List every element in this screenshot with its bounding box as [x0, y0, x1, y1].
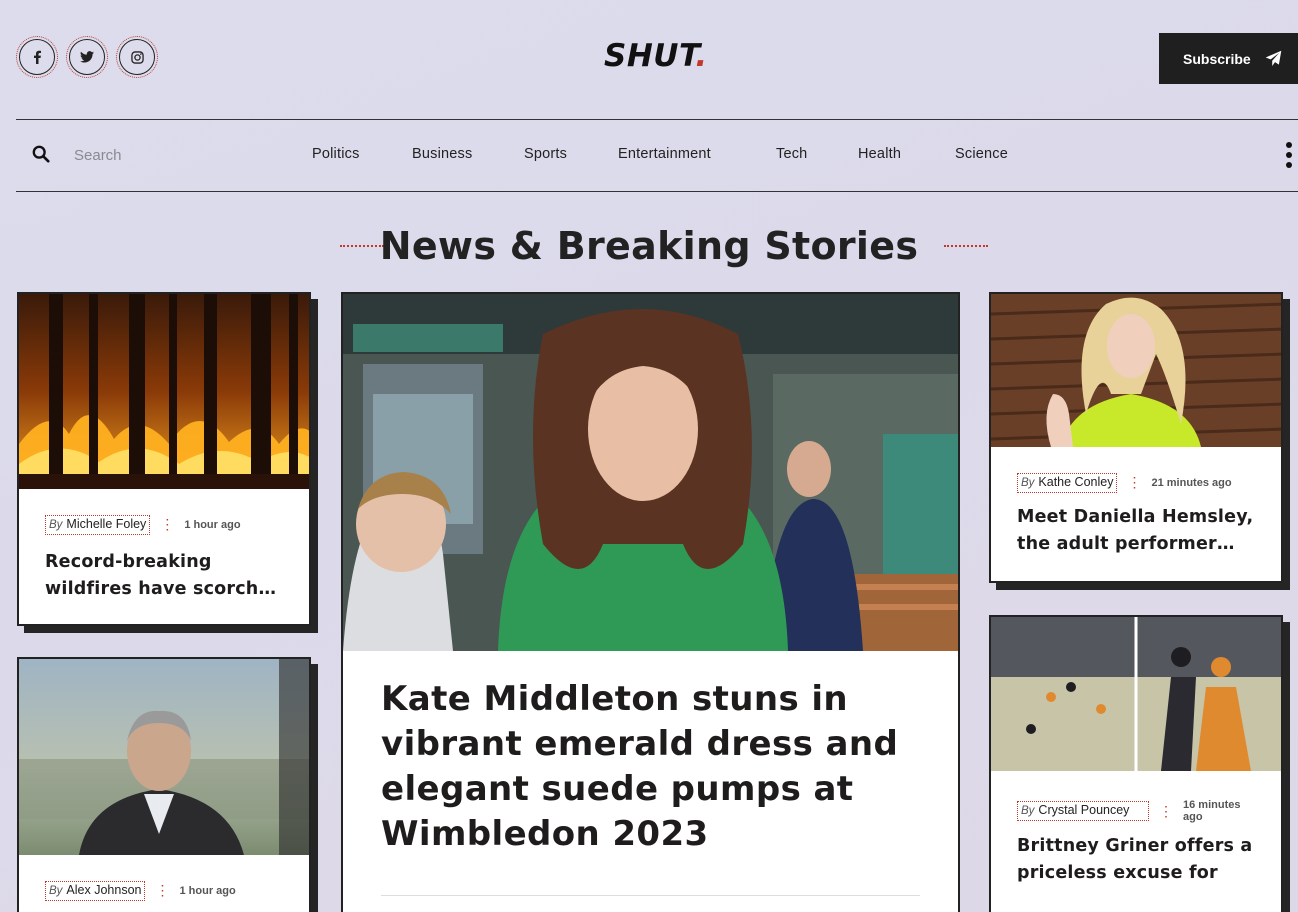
- section-decoration-right: [944, 245, 988, 247]
- author-name: Alex Johnson: [66, 883, 142, 897]
- article-meta: By Michelle Foley ⋮ 1 hour ago: [45, 515, 283, 535]
- by-label: By: [1021, 804, 1035, 817]
- facebook-link[interactable]: [16, 36, 58, 78]
- featured-headline[interactable]: Kate Middleton stuns in vibrant emerald …: [381, 677, 921, 857]
- nav-tech[interactable]: Tech: [776, 146, 807, 162]
- article-meta: By Kathe Conley ⋮ 21 minutes ago: [1017, 473, 1255, 493]
- social-links: [16, 36, 158, 78]
- nav-politics[interactable]: Politics: [312, 146, 360, 162]
- nav-business[interactable]: Business: [412, 146, 472, 162]
- send-icon: [1265, 50, 1281, 66]
- search-input[interactable]: [74, 142, 274, 168]
- logo-dot: .: [695, 38, 708, 74]
- forest-wildfire-photo[interactable]: [19, 294, 309, 489]
- published-time: 16 minutes ago: [1183, 799, 1241, 823]
- author-byline[interactable]: By Michelle Foley: [45, 515, 151, 535]
- divider: [381, 895, 920, 896]
- blonde-woman-photo[interactable]: [991, 294, 1281, 447]
- kate-middleton-wimbledon-photo[interactable]: [343, 294, 958, 651]
- basketball-game-photo[interactable]: [991, 617, 1281, 771]
- published-time: 21 minutes ago: [1151, 476, 1232, 489]
- author-byline[interactable]: By Alex Johnson: [45, 881, 146, 901]
- subscribe-label: Subscribe: [1183, 50, 1251, 67]
- article-meta: By Crystal Pouncey ⋮ 16 minutes ago: [1017, 799, 1255, 823]
- main-navbar: Politics Business Sports Entertainment T…: [16, 119, 1298, 192]
- nav-sports[interactable]: Sports: [524, 146, 567, 162]
- article-headline[interactable]: Brittney Griner offers a priceless excus…: [1017, 833, 1257, 887]
- by-label: By: [49, 518, 63, 531]
- article-card-politics[interactable]: By Alex Johnson ⋮ 1 hour ago: [17, 657, 311, 912]
- author-name: Crystal Pouncey: [1038, 803, 1130, 818]
- search-icon[interactable]: [32, 145, 50, 163]
- twitter-link[interactable]: [66, 36, 108, 78]
- more-menu-icon[interactable]: [1286, 142, 1292, 168]
- author-byline[interactable]: By Kathe Conley: [1017, 473, 1118, 493]
- meta-separator: ⋮: [155, 882, 170, 899]
- published-time: 1 hour ago: [179, 884, 236, 897]
- meta-separator: ⋮: [1159, 802, 1173, 819]
- published-time: 1 hour ago: [184, 518, 241, 531]
- article-card-entertainment[interactable]: By Kathe Conley ⋮ 21 minutes ago Meet Dan…: [989, 292, 1283, 583]
- author-byline[interactable]: By Crystal Pouncey: [1017, 801, 1149, 821]
- nav-health[interactable]: Health: [858, 146, 901, 162]
- nav-entertainment[interactable]: Entertainment: [618, 146, 711, 162]
- instagram-link[interactable]: [116, 36, 158, 78]
- article-headline[interactable]: Record-breaking wildfires have scorched …: [45, 549, 285, 603]
- author-name: Michelle Foley: [66, 517, 147, 531]
- nav-science[interactable]: Science: [955, 146, 1008, 162]
- meta-separator: ⋮: [1127, 474, 1142, 491]
- article-card-wildfire[interactable]: By Michelle Foley ⋮ 1 hour ago Record-bre…: [17, 292, 311, 626]
- by-label: By: [1021, 476, 1035, 489]
- article-headline[interactable]: Meet Daniella Hemsley, the adult perform…: [1017, 504, 1257, 558]
- subscribe-button[interactable]: Subscribe: [1159, 33, 1298, 84]
- facebook-icon: [34, 50, 41, 64]
- author-name: Kathe Conley: [1038, 475, 1114, 489]
- featured-article-card[interactable]: Kate Middleton stuns in vibrant emerald …: [341, 292, 960, 912]
- twitter-icon: [80, 51, 94, 63]
- meta-separator: ⋮: [160, 516, 175, 533]
- politician-portrait-photo[interactable]: [19, 659, 309, 855]
- instagram-icon: [130, 50, 144, 64]
- article-card-sports[interactable]: By Crystal Pouncey ⋮ 16 minutes ago Britt…: [989, 615, 1283, 912]
- logo-text: SHUT: [604, 38, 696, 74]
- section-title: News & Breaking Stories: [379, 224, 919, 268]
- article-meta: By Alex Johnson ⋮ 1 hour ago: [45, 881, 283, 901]
- by-label: By: [49, 884, 63, 897]
- site-logo[interactable]: SHUT.: [604, 38, 708, 74]
